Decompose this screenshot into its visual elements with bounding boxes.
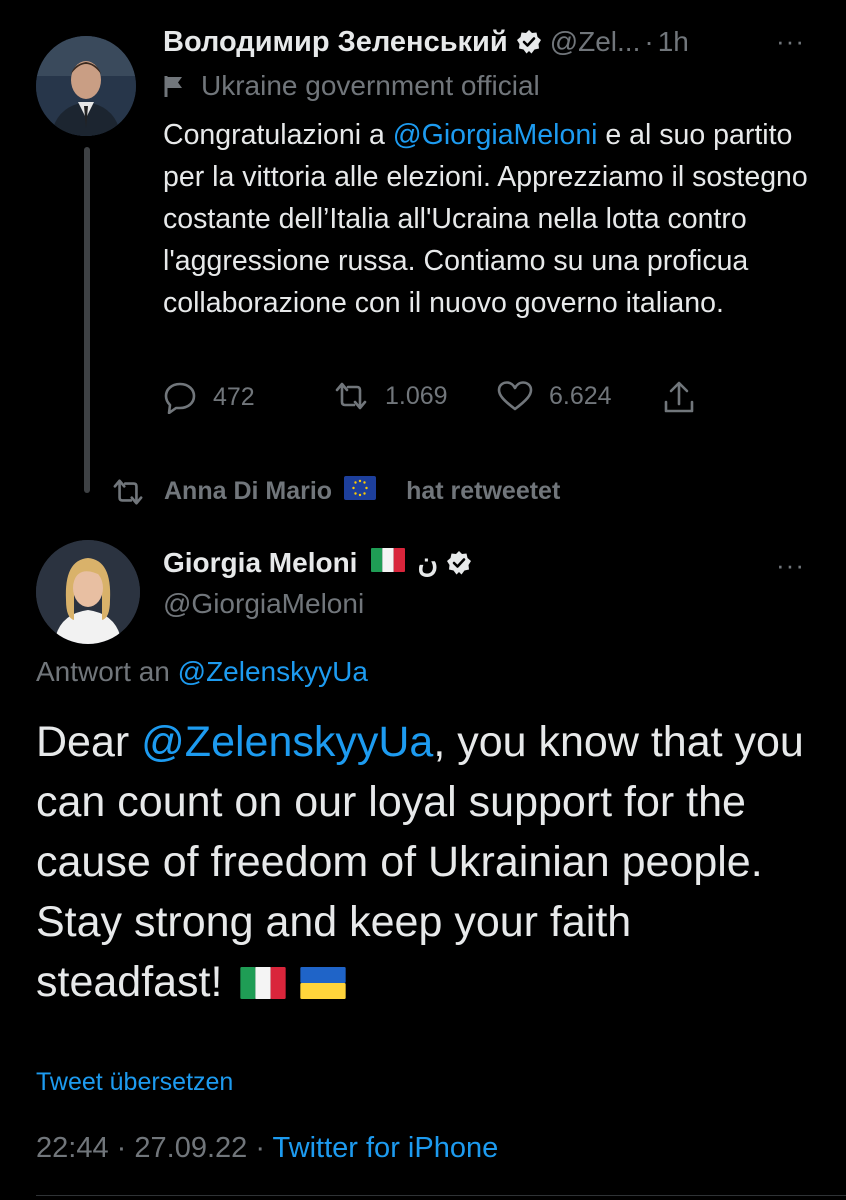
tweet1-author-name[interactable]: Володимир Зеленський: [163, 26, 508, 59]
mention-link[interactable]: @GiorgiaMeloni: [393, 119, 598, 151]
government-label: Ukraine government official: [163, 70, 540, 102]
like-count: 6.624: [549, 381, 612, 410]
tweet-time[interactable]: 22:44: [36, 1132, 109, 1164]
tweet-date[interactable]: 27.09.22: [134, 1132, 247, 1164]
thread-connector-line: [84, 147, 90, 493]
tweet1-text-part: Congratulazioni a: [163, 119, 393, 151]
zelensky-avatar[interactable]: [36, 36, 136, 136]
more-icon[interactable]: ···: [776, 26, 805, 57]
retweet-notice: Anna Di Mario hat retweetet: [110, 476, 560, 507]
reply-button[interactable]: 472: [163, 380, 255, 414]
flag-icon: [164, 76, 182, 97]
mention-link[interactable]: @ZelenskyyUa: [141, 718, 433, 766]
verified-badge-icon: [446, 550, 472, 576]
name-symbol: ن: [417, 547, 439, 578]
retweet-count: 1.069: [385, 381, 448, 410]
eu-flag-icon: [344, 476, 394, 507]
tweet2-header: Giorgia Meloni ن: [163, 546, 480, 579]
tweet2-text-part: Dear: [36, 718, 142, 766]
separator-dot: ·: [255, 1132, 265, 1164]
tweet-meta: 22:44 · 27.09.22 · Twitter for iPhone: [36, 1132, 498, 1165]
tweet2-author-name[interactable]: Giorgia Meloni: [163, 547, 357, 579]
separator-dot: ·: [644, 26, 654, 57]
reply-to-link[interactable]: @ZelenskyyUa: [178, 656, 368, 687]
translate-tweet-link[interactable]: Tweet übersetzen: [36, 1068, 233, 1097]
retweeter-name[interactable]: Anna Di Mario: [164, 477, 332, 506]
reply-icon: [164, 382, 196, 414]
tweet1-handle[interactable]: @Zel...: [550, 26, 641, 58]
share-icon: [664, 381, 694, 413]
retweet-icon: [335, 382, 367, 410]
tweet2-handle[interactable]: @GiorgiaMeloni: [163, 588, 364, 620]
reply-count: 472: [213, 382, 255, 411]
like-button[interactable]: 6.624: [497, 380, 612, 412]
tweet1-time[interactable]: 1h: [658, 26, 689, 58]
source-link[interactable]: Twitter for iPhone: [273, 1132, 499, 1164]
reply-prefix: Antwort an: [36, 656, 178, 687]
more-icon[interactable]: ···: [776, 550, 805, 581]
verified-badge-icon: [516, 29, 542, 55]
retweet-suffix: hat retweetet: [406, 477, 561, 505]
italy-flag-icon: [371, 548, 406, 577]
retweet-icon: [113, 478, 143, 505]
tweet1-action-bar: 472 1.069 6.624: [163, 380, 723, 420]
reply-to-line: Antwort an @ZelenskyyUa: [36, 656, 368, 688]
divider: [36, 1195, 846, 1196]
like-icon: [497, 381, 533, 411]
government-label-text: Ukraine government official: [201, 70, 540, 101]
italy-flag-icon: [240, 955, 287, 1015]
meloni-avatar[interactable]: [36, 540, 140, 644]
separator-dot: ·: [116, 1132, 127, 1164]
tweet1-header: Володимир Зеленський @Zel... · 1h: [163, 24, 689, 60]
tweet2-text: Dear @ZelenskyyUa, you know that you can…: [36, 712, 826, 1015]
ukraine-flag-icon: [300, 955, 347, 1015]
share-button[interactable]: [663, 380, 711, 414]
retweet-button[interactable]: 1.069: [333, 380, 448, 412]
tweet1-text: Congratulazioni a @GiorgiaMeloni e al su…: [163, 114, 823, 324]
